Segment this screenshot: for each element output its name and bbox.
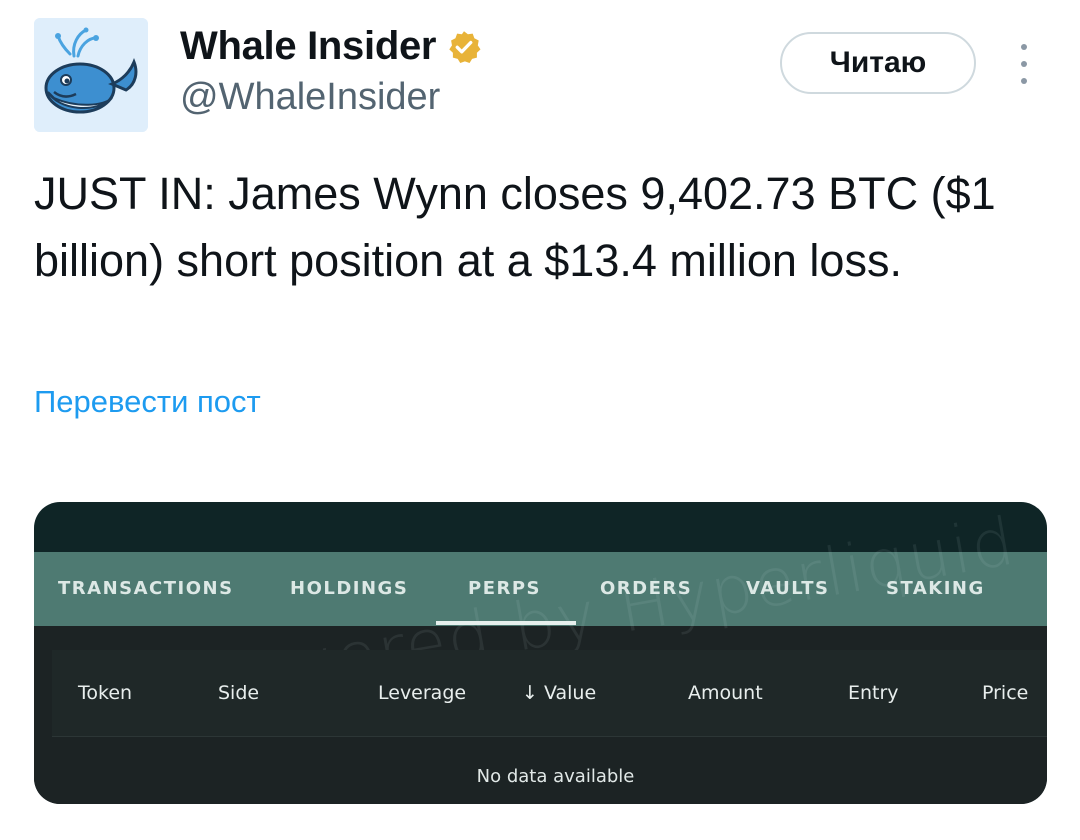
column-value[interactable]: ↓ Value xyxy=(522,682,596,704)
dot xyxy=(1021,78,1027,84)
positions-panel: Powered by Hyperliquid Token Side Levera… xyxy=(34,502,1047,804)
column-side[interactable]: Side xyxy=(218,682,259,704)
dot xyxy=(1021,44,1027,50)
whale-logo-icon xyxy=(34,18,148,132)
column-amount[interactable]: Amount xyxy=(688,682,763,704)
translate-link[interactable]: Перевести пост xyxy=(34,384,261,420)
tab-transactions[interactable]: TRANSACTIONS xyxy=(58,578,234,599)
author-handle[interactable]: @WhaleInsider xyxy=(180,76,440,119)
author-row[interactable]: Whale Insider xyxy=(180,24,482,69)
table-header: Token Side Leverage ↓ Value Amount Entry… xyxy=(52,650,1047,737)
column-leverage[interactable]: Leverage xyxy=(378,682,466,704)
column-entry[interactable]: Entry xyxy=(848,682,899,704)
verified-badge-icon xyxy=(449,30,481,63)
follow-button[interactable]: Читаю xyxy=(780,32,976,94)
tweet-media-image[interactable]: TRANSACTIONS HOLDINGS PERPS ORDERS VAULT… xyxy=(34,502,1047,804)
author-name[interactable]: Whale Insider xyxy=(180,24,436,69)
tab-holdings[interactable]: HOLDINGS xyxy=(290,578,408,599)
empty-state-text: No data available xyxy=(476,766,635,787)
dot xyxy=(1021,61,1027,67)
column-value-label: Value xyxy=(543,682,597,704)
more-options-icon[interactable] xyxy=(1012,44,1036,84)
avatar[interactable] xyxy=(34,18,148,132)
tweet-text: JUST IN: James Wynn closes 9,402.73 BTC … xyxy=(34,168,996,286)
column-price[interactable]: Price xyxy=(982,682,1028,704)
column-token[interactable]: Token xyxy=(78,682,132,704)
arrow-down-icon: ↓ xyxy=(522,682,538,704)
